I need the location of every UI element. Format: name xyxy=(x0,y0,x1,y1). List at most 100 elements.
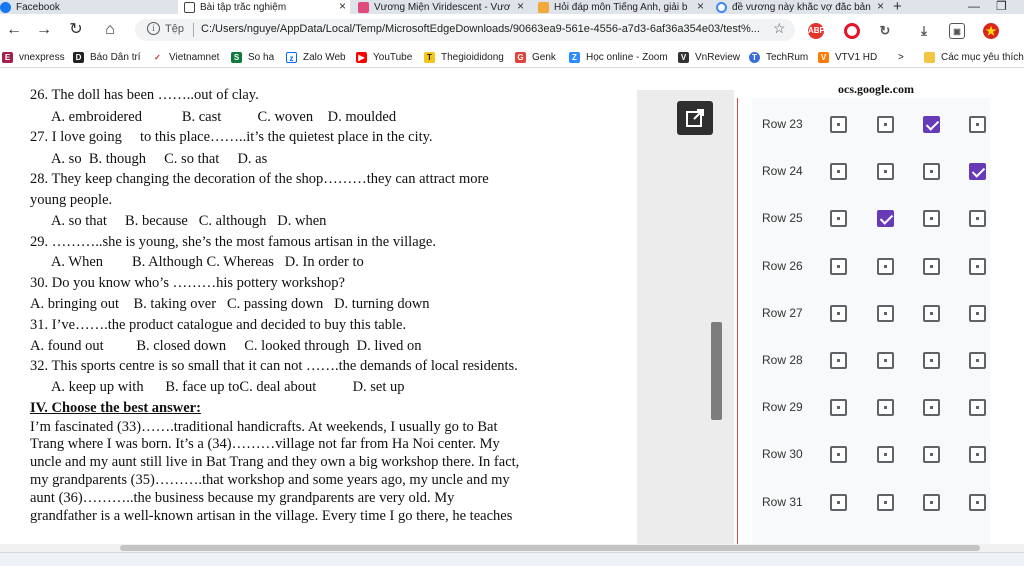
zoom-icon: Z xyxy=(569,51,580,63)
close-icon[interactable]: × xyxy=(877,0,884,12)
checkbox[interactable] xyxy=(969,257,986,275)
bookmark-vtv1[interactable]: V VTV1 HD xyxy=(818,50,877,64)
vietnam-flag-icon[interactable]: ★ xyxy=(983,23,999,39)
screenshot-icon[interactable]: ▣ xyxy=(949,23,965,39)
tab-hoi-dap[interactable]: Hỏi đáp môn Tiếng Anh, giải b × xyxy=(534,0,708,14)
section-heading: IV. Choose the best answer: xyxy=(30,400,201,416)
checkbox-checked[interactable] xyxy=(877,210,894,228)
scrollbar-thumb[interactable] xyxy=(120,545,980,551)
checkbox[interactable] xyxy=(969,116,986,133)
checkbox[interactable] xyxy=(830,210,847,228)
close-icon[interactable]: × xyxy=(697,0,704,12)
adblock-icon[interactable]: ABP xyxy=(808,23,825,39)
site-icon xyxy=(358,1,369,13)
checkbox[interactable] xyxy=(877,304,894,322)
row-label: Row 27 xyxy=(762,305,803,320)
close-icon[interactable]: × xyxy=(517,0,524,12)
info-icon[interactable]: i xyxy=(147,22,160,35)
checkbox-dot xyxy=(930,500,933,504)
document-line: 29. ………..she is young, she’s the most fa… xyxy=(30,234,436,250)
new-tab-button[interactable]: + xyxy=(893,0,902,15)
checkbox-dot xyxy=(837,217,840,221)
document-line: 26. The doll has been ……..out of clay. xyxy=(30,87,259,103)
minimize-button[interactable]: — xyxy=(968,0,980,13)
checkbox[interactable] xyxy=(830,304,847,322)
checkbox[interactable] xyxy=(830,116,847,133)
checkbox[interactable] xyxy=(830,493,847,511)
checkbox[interactable] xyxy=(830,257,847,275)
checkbox[interactable] xyxy=(923,446,940,464)
bookmark-youtube[interactable]: ▶ YouTube xyxy=(356,50,412,64)
checkbox[interactable] xyxy=(969,210,986,228)
checkbox[interactable] xyxy=(923,352,940,369)
bookmark-vnreview[interactable]: V VnReview xyxy=(678,50,740,64)
other-bookmarks-folder[interactable]: Các mục yêu thích k xyxy=(924,50,1024,64)
checkbox[interactable] xyxy=(969,352,986,369)
forward-button[interactable]: → xyxy=(34,20,54,40)
checkbox[interactable] xyxy=(877,163,894,181)
checkbox[interactable] xyxy=(969,399,986,417)
reload-button[interactable]: ↻ xyxy=(66,20,86,40)
checkbox-dot xyxy=(884,359,887,362)
expand-button[interactable] xyxy=(677,101,713,135)
row-label: Row 24 xyxy=(762,164,803,179)
back-button[interactable]: ← xyxy=(4,20,24,40)
checkbox[interactable] xyxy=(923,257,940,275)
bookmark-zoom[interactable]: Z Học online - Zoom xyxy=(569,50,668,64)
checkbox[interactable] xyxy=(877,399,894,417)
bookmarks-bar: Evnexpress D Báo Dân trí ✓ Vietnamnet S So … xyxy=(0,46,1024,68)
tab-label: Bài tập trắc nghiệm xyxy=(200,1,287,13)
tab-facebook[interactable]: Facebook xyxy=(0,0,176,14)
url-text[interactable]: C:/Users/nguye/AppData/Local/Temp/Micros… xyxy=(201,23,760,35)
checkbox-checked[interactable] xyxy=(923,116,940,133)
checkbox[interactable] xyxy=(830,163,847,181)
bookmarks-overflow-button[interactable]: > xyxy=(898,50,904,64)
tab-label: đề vương này khắc vợ đắc bản xyxy=(732,1,871,13)
checkbox[interactable] xyxy=(877,116,894,133)
restore-button[interactable]: ❐ xyxy=(996,0,1007,13)
checkbox-checked[interactable] xyxy=(969,163,986,181)
grid-row: Row 27 xyxy=(752,290,990,336)
checkbox[interactable] xyxy=(830,399,847,417)
horizontal-scrollbar[interactable] xyxy=(0,544,1024,552)
checkbox[interactable] xyxy=(877,257,894,275)
bookmark-zalo[interactable]: z Zalo Web xyxy=(286,50,346,64)
opera-icon[interactable] xyxy=(844,23,860,39)
checkbox[interactable] xyxy=(830,446,847,464)
checkbox-dot xyxy=(884,311,887,315)
star-icon[interactable]: ☆ xyxy=(773,20,786,37)
checkbox[interactable] xyxy=(923,163,940,181)
bookmark-genk[interactable]: G Genk xyxy=(515,50,556,64)
checkbox[interactable] xyxy=(969,304,986,322)
home-button[interactable]: ⌂ xyxy=(100,20,120,40)
checkbox[interactable] xyxy=(923,304,940,322)
checkbox[interactable] xyxy=(877,493,894,511)
bookmark-dantri[interactable]: D Báo Dân trí xyxy=(73,50,141,64)
bookmark-soha[interactable]: S So ha xyxy=(231,50,274,64)
checkbox-dot xyxy=(837,359,840,362)
checkbox[interactable] xyxy=(923,210,940,228)
refresh-ext-icon[interactable]: ↻ xyxy=(877,23,893,39)
checkbox-dot xyxy=(976,453,979,457)
bookmark-vietnamnet[interactable]: ✓ Vietnamnet xyxy=(152,50,219,64)
bookmark-vnexpress[interactable]: Evnexpress xyxy=(2,50,65,64)
tab-google[interactable]: đề vương này khắc vợ đắc bản × xyxy=(712,0,888,14)
tab-vuong-mien[interactable]: Vương Miện Viridescent - Vươ × xyxy=(354,0,528,14)
close-icon[interactable]: × xyxy=(339,0,346,12)
checkbox[interactable] xyxy=(923,493,940,511)
checkbox[interactable] xyxy=(969,493,986,511)
checkbox[interactable] xyxy=(877,446,894,464)
grid-row: Row 24 xyxy=(752,148,990,194)
tab-bai-tap[interactable]: Bài tập trắc nghiệm × xyxy=(178,0,350,14)
bookmark-thegioididong[interactable]: T Thegioididong xyxy=(424,50,504,64)
checkbox[interactable] xyxy=(830,352,847,369)
bookmark-techrum[interactable]: T TechRum xyxy=(749,50,808,64)
checkbox-dot xyxy=(976,406,979,410)
scrollbar-thumb[interactable] xyxy=(711,322,722,420)
checkbox[interactable] xyxy=(877,352,894,369)
download-icon[interactable]: ⤓ xyxy=(916,23,932,39)
checkbox-dot xyxy=(884,264,887,268)
checkbox[interactable] xyxy=(969,446,986,464)
address-bar[interactable]: i Tệp C:/Users/nguye/AppData/Local/Temp/… xyxy=(135,19,795,41)
checkbox[interactable] xyxy=(923,399,940,417)
